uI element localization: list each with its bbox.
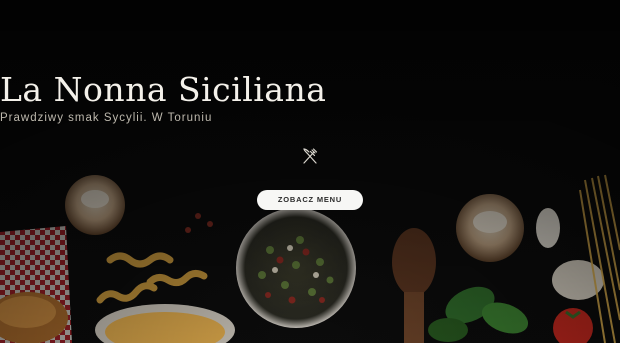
view-menu-button[interactable]: ZOBACZ MENU (257, 190, 363, 210)
restaurant-title: La Nonna Siciliana (0, 70, 327, 109)
hero-overlay (0, 0, 620, 343)
hero-section: La Nonna Siciliana Prawdziwy smak Sycyli… (0, 0, 620, 343)
restaurant-tagline: Prawdziwy smak Sycylii. W Toruniu (0, 112, 213, 124)
fork-knife-icon (300, 147, 320, 167)
